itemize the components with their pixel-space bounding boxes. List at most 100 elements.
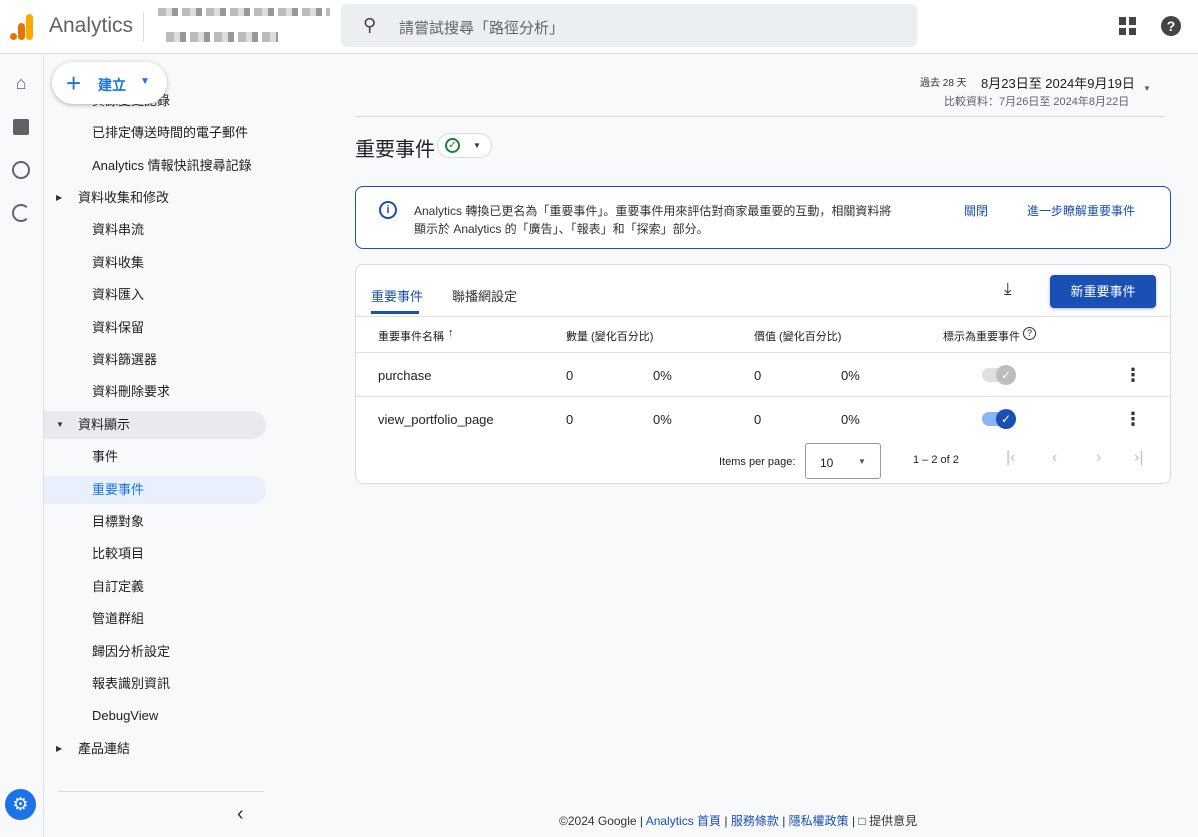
- sidebar-item[interactable]: ▶ 產品連結: [44, 735, 266, 763]
- dropdown-icon: ▼: [858, 457, 866, 466]
- search-bar[interactable]: ⚲ 請嘗試搜尋「路徑分析」: [341, 4, 917, 47]
- expand-less-icon: ▼: [56, 420, 64, 429]
- download-icon[interactable]: ⤓: [1004, 279, 1012, 299]
- sidebar-item[interactable]: Analytics 情報快訊搜尋記錄: [44, 152, 266, 180]
- value-change: 0%: [841, 368, 860, 383]
- sidebar-item[interactable]: 管道群組: [44, 605, 266, 633]
- feedback-link[interactable]: 提供意見: [869, 814, 917, 828]
- table-header: 重要事件名稱 ↑ 數量 (變化百分比) 價值 (變化百分比) 標示為重要事件 ?: [356, 316, 1170, 352]
- check-icon: ✓: [996, 409, 1016, 429]
- items-per-page-label: Items per page:: [719, 456, 796, 468]
- sidebar-item[interactable]: 已排定傳送時間的電子郵件: [44, 119, 266, 147]
- dropdown-icon: ▼: [1143, 84, 1151, 93]
- more-vert-icon[interactable]: ⋮: [1124, 365, 1142, 386]
- more-vert-icon[interactable]: ⋮: [1124, 409, 1142, 430]
- page-title: 重要事件: [355, 139, 435, 161]
- date-range-picker[interactable]: 過去 28 天 8月23日至 2024年9月19日 比較資料：7月26日至 20…: [900, 72, 1160, 112]
- nav-rail: ⌂ ⚙: [0, 55, 44, 837]
- apps-grid-icon[interactable]: [1119, 17, 1137, 35]
- items-per-page-value: 10: [820, 456, 834, 470]
- sidebar-item-label: 產品連結: [78, 741, 131, 756]
- search-placeholder: 請嘗試搜尋「路徑分析」: [399, 20, 565, 37]
- sidebar-item-label: 報表識別資訊: [92, 676, 171, 691]
- new-key-event-button[interactable]: 新重要事件: [1050, 275, 1156, 308]
- sidebar-item-label: 已排定傳送時間的電子郵件: [92, 125, 249, 140]
- analytics-home-link[interactable]: Analytics 首頁: [646, 814, 721, 828]
- last-page-icon[interactable]: ›|: [1134, 449, 1143, 467]
- sidebar-item-label: 重要事件: [92, 482, 145, 497]
- sidebar-item[interactable]: 報表識別資訊: [44, 670, 266, 698]
- sidebar-item-label: 資料顯示: [78, 417, 131, 432]
- plus-icon: +: [66, 68, 82, 98]
- help-circle-icon[interactable]: ?: [1023, 327, 1036, 340]
- date-prefix: 過去 28 天: [920, 78, 967, 89]
- sidebar-item[interactable]: 資料保留: [44, 314, 266, 342]
- sidebar-item-label: 事件: [92, 449, 119, 464]
- expand-more-icon: ▶: [56, 193, 63, 202]
- sidebar-item[interactable]: 事件: [44, 443, 266, 471]
- sidebar-item[interactable]: 資料串流: [44, 216, 266, 244]
- first-page-icon[interactable]: |‹: [1006, 449, 1015, 467]
- sidebar-item-label: 管道群組: [92, 611, 145, 626]
- items-per-page-select[interactable]: 10 ▼: [805, 443, 881, 479]
- analytics-logo[interactable]: [10, 14, 34, 40]
- help-icon[interactable]: ?: [1161, 16, 1181, 36]
- count: 0: [566, 368, 574, 383]
- page-range: 1 – 2 of 2: [913, 454, 959, 466]
- admin-gear-icon[interactable]: ⚙: [5, 789, 36, 820]
- column-header-value[interactable]: 價值 (變化百分比): [754, 328, 841, 344]
- account-selector[interactable]: [158, 8, 333, 48]
- collapse-chevron-icon[interactable]: ‹: [237, 803, 244, 826]
- tab-network-settings[interactable]: 聯播網設定: [452, 286, 517, 305]
- sort-arrow-icon[interactable]: ↑: [448, 327, 454, 339]
- dismiss-link[interactable]: 關閉: [964, 202, 988, 219]
- sidebar-item[interactable]: 資料篩選器: [44, 346, 266, 374]
- tab-key-events[interactable]: 重要事件: [371, 286, 423, 305]
- event-name: view_portfolio_page: [378, 412, 494, 427]
- sidebar-item[interactable]: 比較項目: [44, 540, 266, 568]
- event-name: purchase: [378, 368, 432, 383]
- sidebar-item-label: 資料刪除要求: [92, 384, 171, 399]
- expand-more-icon: ▶: [56, 744, 63, 753]
- top-bar: Analytics ⚲ 請嘗試搜尋「路徑分析」 ?: [0, 0, 1198, 54]
- status-dropdown[interactable]: ✓ ▼: [437, 133, 492, 158]
- count: 0: [566, 412, 574, 427]
- value-change: 0%: [841, 412, 860, 427]
- sidebar-item[interactable]: 自訂定義: [44, 573, 266, 601]
- column-header-count[interactable]: 數量 (變化百分比): [566, 328, 653, 344]
- create-button[interactable]: + 建立 ▼: [52, 62, 167, 104]
- column-header-name[interactable]: 重要事件名稱: [378, 328, 444, 344]
- privacy-link[interactable]: 隱私權政策: [789, 814, 849, 828]
- sidebar-item[interactable]: 重要事件: [44, 476, 266, 504]
- check-circle-icon: ✓: [445, 138, 460, 153]
- sidebar-item[interactable]: 資料匯入: [44, 281, 266, 309]
- explore-icon[interactable]: [10, 159, 32, 181]
- sidebar-item[interactable]: ▶ 資料收集和修改: [44, 184, 266, 212]
- banner-text: Analytics 轉換已更名為「重要事件」。重要事件用來評估對商家最重要的互動…: [414, 204, 892, 218]
- learn-more-link[interactable]: 進一步瞭解重要事件: [1027, 202, 1135, 219]
- value: 0: [754, 368, 762, 383]
- sidebar-item[interactable]: 目標對象: [44, 508, 266, 536]
- terms-link[interactable]: 服務條款: [731, 814, 779, 828]
- sidebar-item-label: 自訂定義: [92, 579, 145, 594]
- home-icon[interactable]: ⌂: [10, 73, 32, 95]
- sidebar-item-label: 資料收集: [92, 255, 145, 270]
- key-event-toggle[interactable]: ✓: [982, 409, 1016, 429]
- divider: [143, 12, 144, 42]
- sidebar-item-label: 資料保留: [92, 320, 145, 335]
- value: 0: [754, 412, 762, 427]
- sidebar-item[interactable]: 資料收集: [44, 249, 266, 277]
- reports-icon[interactable]: [10, 116, 32, 138]
- sidebar-item-label: 資料匯入: [92, 287, 145, 302]
- sidebar-item[interactable]: ▼ 資料顯示: [44, 411, 266, 439]
- sidebar-item[interactable]: 歸因分析設定: [44, 638, 266, 666]
- advertising-icon[interactable]: [10, 202, 32, 224]
- prev-page-icon[interactable]: ‹: [1052, 449, 1057, 467]
- sidebar-item[interactable]: 資料刪除要求: [44, 378, 266, 406]
- info-banner: i Analytics 轉換已更名為「重要事件」。重要事件用來評估對商家最重要的…: [355, 186, 1171, 249]
- sidebar-item-label: 歸因分析設定: [92, 644, 171, 659]
- separator: |: [852, 814, 856, 828]
- next-page-icon[interactable]: ›: [1096, 449, 1101, 467]
- sidebar-item-label: DebugView: [92, 708, 159, 723]
- sidebar-item[interactable]: DebugView: [44, 702, 266, 730]
